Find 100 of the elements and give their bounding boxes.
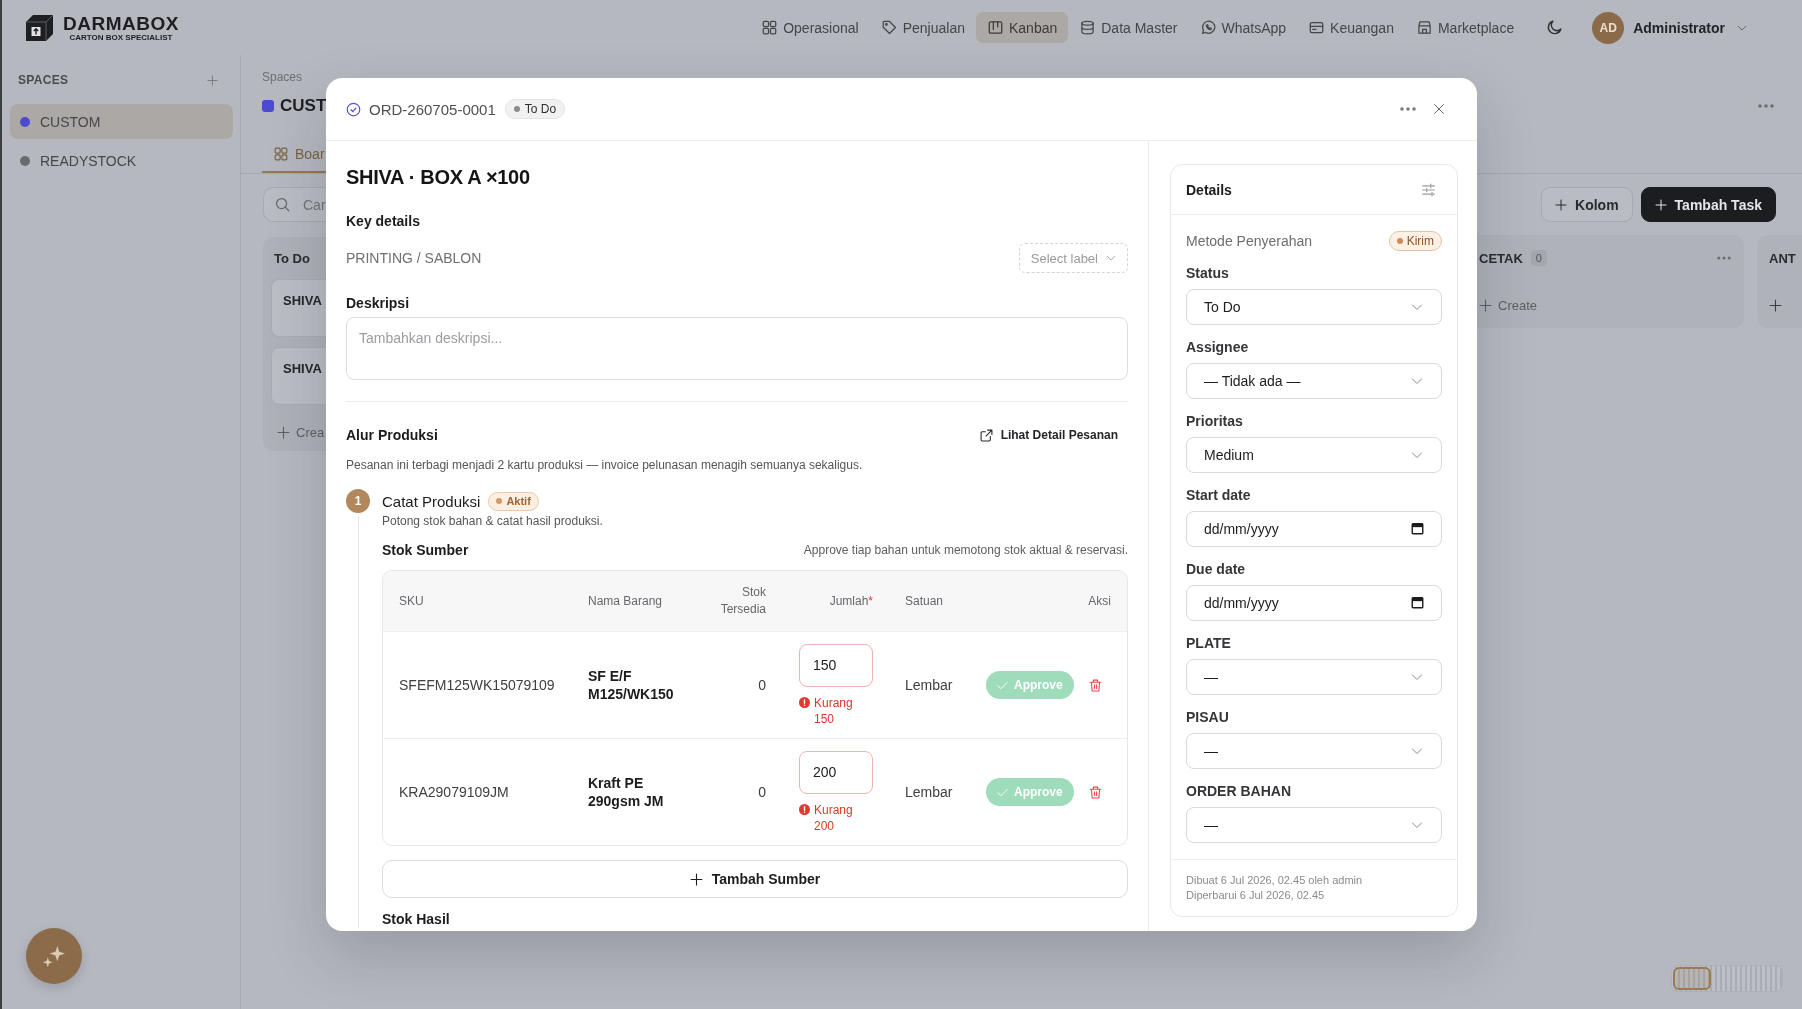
select-field[interactable]: — xyxy=(1186,659,1442,695)
action-button[interactable]: Kolom xyxy=(1541,187,1633,222)
more-icon[interactable] xyxy=(1400,107,1416,111)
column-title: ANT xyxy=(1769,250,1796,266)
plus-icon xyxy=(1555,198,1568,211)
nav-item[interactable]: Operasional xyxy=(750,12,870,43)
date-field[interactable]: dd/mm/yyyy xyxy=(1186,585,1442,621)
field-label: Assignee xyxy=(1186,338,1250,357)
chevron-down-icon xyxy=(1411,301,1423,313)
brand-name: DARMABOX xyxy=(63,13,179,33)
field-label: PLATE xyxy=(1186,634,1232,653)
more-icon[interactable] xyxy=(1717,256,1731,260)
task-card[interactable]: SHIVA xyxy=(271,347,326,405)
field-label: ORDER BAHAN xyxy=(1186,782,1292,801)
user-avatar[interactable]: AD xyxy=(1592,11,1625,44)
database-icon xyxy=(1080,20,1096,35)
table-cell: 0 xyxy=(758,677,766,693)
minimap-thumb[interactable] xyxy=(1673,967,1711,990)
space-title: CUST xyxy=(280,96,327,116)
calendar-icon[interactable] xyxy=(1411,522,1424,535)
table-cell-text: KRA29079109JM xyxy=(399,784,510,800)
sparkle-icon xyxy=(43,945,65,967)
sidebar-heading: SPACES xyxy=(18,73,69,87)
description-field[interactable]: Tambahkan deskripsi... xyxy=(346,317,1128,380)
nav-item[interactable]: Kanban xyxy=(975,12,1069,43)
check-icon xyxy=(997,679,1008,691)
timestamp-text: Diperbarui 6 Jul 2026, 02.45 xyxy=(1186,888,1326,903)
trash-icon[interactable] xyxy=(1088,677,1102,693)
table-cell-text: Lembar xyxy=(904,677,954,693)
hint-text: Approve tiap bahan untuk memotong stok aktual & reservasi. xyxy=(803,543,1128,557)
timestamp-text: Dibuat 6 Jul 2026, 02.45 oleh admin xyxy=(1186,873,1364,888)
column-title: To Do xyxy=(273,250,311,268)
section-heading: Deskripsi xyxy=(346,294,411,313)
check-icon xyxy=(997,786,1008,798)
user-name[interactable]: Administrator xyxy=(1633,19,1725,36)
select-field[interactable]: — xyxy=(1186,807,1442,843)
plus-icon xyxy=(277,425,290,439)
external-link-icon xyxy=(979,428,993,442)
nav-item[interactable]: WhatsApp xyxy=(1188,12,1298,43)
chevron-down-icon xyxy=(1106,253,1116,263)
nav-item[interactable]: Penjualan xyxy=(869,12,976,43)
section-heading: Stok Hasil xyxy=(382,911,451,928)
space-item[interactable]: READYSTOCK xyxy=(10,143,233,178)
close-icon[interactable] xyxy=(1433,103,1445,115)
chevron-down-icon xyxy=(1411,449,1423,461)
category-label: PRINTING / SABLON xyxy=(346,250,482,266)
grid-icon xyxy=(274,146,288,161)
details-title: Details xyxy=(1186,180,1232,200)
select-field[interactable]: — xyxy=(1186,733,1442,769)
badge-label: Aktif xyxy=(506,495,531,507)
add-source-button[interactable]: Tambah Sumber xyxy=(382,860,1128,898)
nav-item[interactable]: Marketplace xyxy=(1404,12,1526,43)
sliders-icon[interactable] xyxy=(1421,182,1436,197)
create-button[interactable]: Create xyxy=(1479,295,1538,315)
warning-text: Kurang 150 xyxy=(814,694,854,727)
task-card[interactable]: SHIVA xyxy=(271,279,326,337)
select-field[interactable]: To Do xyxy=(1186,289,1442,325)
search-field[interactable]: Car xyxy=(263,187,327,222)
check-circle-icon xyxy=(346,101,361,117)
create-button[interactable]: Crea xyxy=(271,422,325,442)
select-field[interactable]: — Tidak ada — xyxy=(1186,363,1442,399)
task-title: SHIVA · BOX A ×100 xyxy=(346,165,531,190)
chevron-down-icon xyxy=(1411,671,1423,683)
chevron-down-icon xyxy=(1411,819,1423,831)
board-icon xyxy=(987,20,1003,35)
item-name: SF E/F M125/WK150 xyxy=(588,667,675,703)
order-detail-link[interactable]: Lihat Detail Pesanan xyxy=(979,428,1128,442)
action-button[interactable]: Tambah Task xyxy=(1640,187,1776,222)
select-field[interactable]: Medium xyxy=(1186,437,1442,473)
trash-icon[interactable] xyxy=(1088,784,1102,800)
field-label: Due date xyxy=(1186,560,1247,579)
column-header: Satuan xyxy=(904,592,944,610)
search-icon xyxy=(275,197,290,212)
store-icon xyxy=(1416,20,1432,35)
nav-item[interactable]: Keuangan xyxy=(1297,12,1405,43)
more-icon[interactable] xyxy=(1758,104,1774,108)
count-badge: 0 xyxy=(1530,250,1547,266)
step-description: Potong stok bahan & catat hasil produksi. xyxy=(382,513,604,529)
badge-label: Kirim xyxy=(1406,233,1434,248)
table-cell: 0 xyxy=(758,784,766,800)
nav-item[interactable]: Data Master xyxy=(1068,12,1189,43)
space-item[interactable]: CUSTOM xyxy=(10,104,233,139)
table-cell-text: SFEFM125WK15079109 xyxy=(399,677,556,693)
section-heading: Key details xyxy=(346,212,421,231)
column-header: Aksi xyxy=(1088,592,1111,610)
credit-card-icon xyxy=(1309,20,1325,35)
calendar-icon[interactable] xyxy=(1411,596,1424,609)
field-label: Prioritas xyxy=(1186,412,1244,431)
info-text: Pesanan ini terbagi menjadi 2 kartu produksi — invoice pelunasan menagih semuanya sekaligus. xyxy=(346,457,864,473)
plus-icon xyxy=(1654,198,1667,211)
breadcrumb[interactable]: Spaces xyxy=(262,69,326,85)
date-field[interactable]: dd/mm/yyyy xyxy=(1186,511,1442,547)
scroll-minimap[interactable] xyxy=(1671,965,1783,992)
space-square-icon xyxy=(262,100,274,112)
label-select[interactable]: Select label xyxy=(1018,243,1128,273)
plus-icon[interactable] xyxy=(1769,299,1782,312)
tag-icon xyxy=(881,20,897,35)
moon-icon[interactable] xyxy=(1546,19,1564,36)
chevron-down-icon xyxy=(1411,375,1423,387)
assistant-button[interactable] xyxy=(26,928,82,984)
